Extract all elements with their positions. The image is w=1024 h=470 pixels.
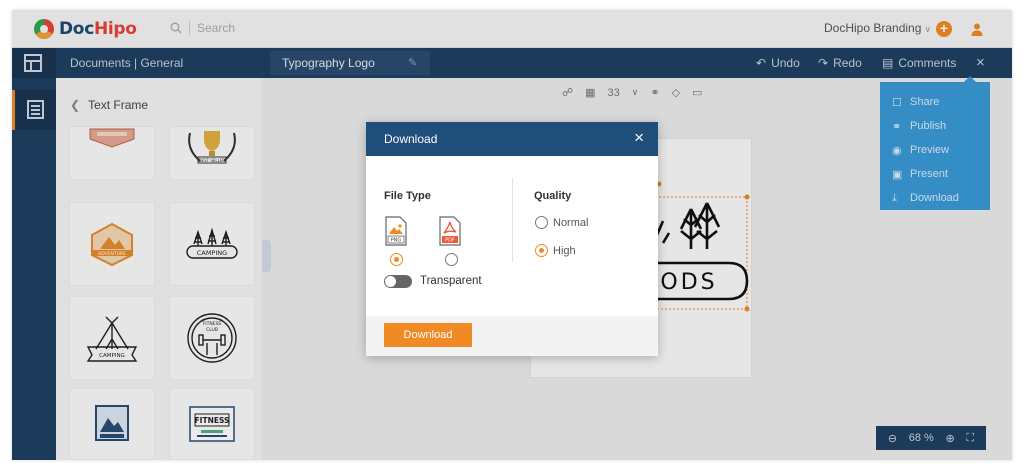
png-radio[interactable] bbox=[390, 253, 403, 266]
download-dialog: Download × File Type Quality PNG PDF Nor… bbox=[366, 122, 658, 356]
pdf-file-icon[interactable]: PDF bbox=[438, 216, 462, 246]
quality-label: Quality bbox=[534, 190, 572, 202]
file-type-label: File Type bbox=[384, 190, 431, 202]
quality-normal-label: Normal bbox=[553, 217, 589, 229]
quality-high-radio[interactable] bbox=[535, 244, 548, 257]
transparent-label: Transparent bbox=[420, 275, 482, 287]
quality-normal-radio[interactable] bbox=[535, 216, 548, 229]
file-type-name: PDF bbox=[445, 238, 455, 244]
dialog-title: Download bbox=[384, 132, 438, 146]
pdf-radio[interactable] bbox=[445, 253, 458, 266]
quality-high-label: High bbox=[553, 245, 576, 257]
png-file-icon[interactable]: PNG bbox=[384, 216, 408, 246]
app-window: DocHipo Search DocHipo Branding ∨ + Docum… bbox=[12, 10, 1012, 460]
close-icon[interactable]: × bbox=[634, 128, 644, 148]
dialog-footer: Download bbox=[366, 316, 658, 356]
dialog-header: Download × bbox=[366, 122, 658, 156]
file-type-name: PNG bbox=[391, 238, 402, 244]
section-divider bbox=[512, 178, 513, 262]
download-button[interactable]: Download bbox=[384, 323, 472, 347]
transparent-toggle[interactable] bbox=[384, 275, 412, 288]
